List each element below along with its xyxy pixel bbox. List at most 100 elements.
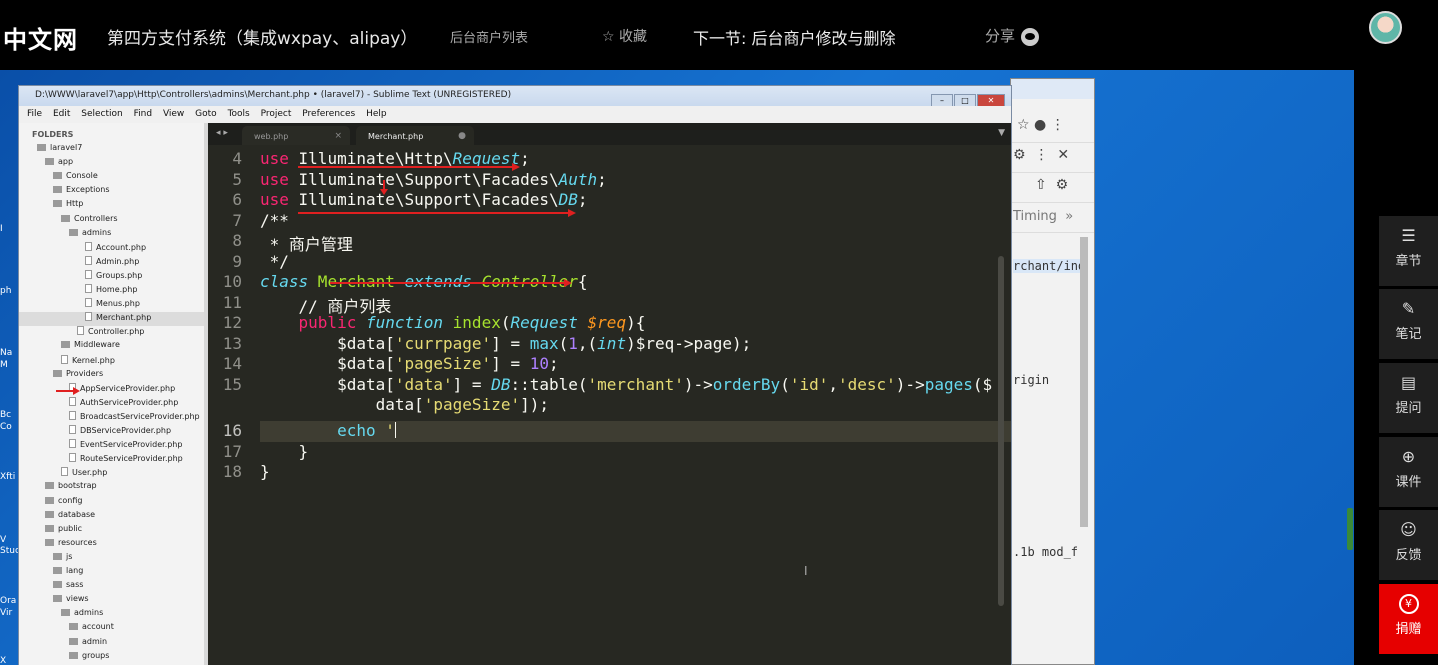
desktop-label: Bc [0, 410, 12, 420]
settings-icon[interactable]: ⚙ [1013, 147, 1026, 163]
mouse-cursor-icon: I [804, 564, 808, 578]
chapters-button[interactable]: ☰ 章节 [1379, 216, 1438, 286]
ask-question-button[interactable]: ▤ 提问 [1379, 363, 1438, 433]
close-icon[interactable]: × [334, 131, 342, 141]
sidebar-folder[interactable]: Http [19, 199, 204, 213]
sidebar-file[interactable]: Home.php [19, 284, 204, 298]
donate-button[interactable]: ¥ 捐赠 [1379, 584, 1438, 654]
menu-goto[interactable]: Goto [195, 109, 217, 119]
menu-preferences[interactable]: Preferences [302, 109, 355, 119]
code-editor[interactable]: use Illuminate\Http\Request; use Illumin… [260, 145, 1011, 665]
close-icon[interactable]: ✕ [1057, 147, 1069, 163]
sidebar-file[interactable]: Merchant.php [19, 312, 204, 327]
sidebar-item-label: account [82, 622, 114, 632]
sidebar-item-label: BroadcastServiceProvider.php [80, 411, 200, 421]
sidebar-file[interactable]: DBServiceProvider.php [19, 425, 204, 439]
sidebar-folder[interactable]: account [19, 622, 204, 636]
sidebar-file[interactable]: AppServiceProvider.php [19, 382, 204, 397]
timing-tab[interactable]: Timing [1013, 209, 1057, 224]
browser-scrollbar[interactable] [1080, 237, 1088, 527]
tab-merchant-php[interactable]: Merchant.php ● [356, 126, 474, 145]
sidebar-item-label: Controllers [74, 213, 118, 223]
menu-selection[interactable]: Selection [81, 109, 122, 119]
sidebar-file[interactable]: Admin.php [19, 255, 204, 270]
sidebar-folder[interactable]: resources [19, 538, 204, 552]
menu-find[interactable]: Find [134, 109, 152, 119]
sidebar-file[interactable]: AuthServiceProvider.php [19, 396, 204, 411]
avatar[interactable] [1369, 11, 1402, 44]
sidebar-file[interactable]: EventServiceProvider.php [19, 439, 204, 453]
sidebar-folder[interactable]: admin [19, 637, 204, 651]
more-icon[interactable]: ⋮ [1034, 147, 1048, 163]
devtools-toolbar: ⚙ ⋮ ✕ [1011, 143, 1094, 173]
sidebar-file[interactable]: Menus.php [19, 298, 204, 312]
gear-icon[interactable]: ⚙ [1056, 177, 1069, 193]
tab-dropdown-icon[interactable]: ▼ [998, 128, 1005, 138]
sublime-text-window[interactable]: D:\WWW\laravel7\app\Http\Controllers\adm… [18, 85, 1012, 665]
sidebar-folder[interactable]: views [19, 594, 204, 608]
courseware-button[interactable]: ⊕ 课件 [1379, 437, 1438, 507]
video-player[interactable]: I ph Na M Bc Co Xfti V Stuc Ora Vir X ☆ … [0, 70, 1354, 665]
favorite-button[interactable]: ☆ 收藏 [602, 26, 647, 46]
menu-help[interactable]: Help [366, 109, 387, 119]
modified-dot-icon[interactable]: ● [458, 131, 466, 141]
sidebar-folder[interactable]: lang [19, 566, 204, 580]
folder-icon [53, 595, 62, 603]
menu-view[interactable]: View [163, 109, 184, 119]
sidebar-file[interactable]: User.php [19, 467, 204, 481]
share-button[interactable]: 分享 [985, 25, 1040, 46]
sidebar-item-label: Groups.php [96, 270, 143, 280]
sidebar-item-label: laravel7 [50, 143, 83, 152]
editor-scrollbar[interactable] [998, 256, 1004, 606]
code-line-13: $data['currpage'] = max(1,(int)$req->pag… [260, 333, 752, 353]
sidebar-file[interactable]: Kernel.php [19, 354, 204, 369]
sidebar-folder[interactable]: config [19, 496, 204, 510]
menu-project[interactable]: Project [261, 109, 292, 119]
folder-icon [61, 609, 70, 617]
sidebar-item-label: Admin.php [96, 256, 140, 266]
tab-web-php[interactable]: web.php × [242, 126, 350, 145]
sidebar-folder[interactable]: sass [19, 580, 204, 594]
upload-icon[interactable]: ⇧ [1035, 177, 1047, 193]
sidebar-file[interactable]: BroadcastServiceProvider.php [19, 410, 204, 425]
sidebar-folder[interactable]: Console [19, 171, 204, 185]
sidebar-file[interactable]: RouteServiceProvider.php [19, 453, 204, 467]
menu-edit[interactable]: Edit [53, 109, 70, 119]
sidebar-folder[interactable]: laravel7 [19, 143, 204, 157]
sidebar-folder[interactable]: admins [19, 228, 204, 242]
sidebar-folder[interactable]: public [19, 524, 204, 538]
text-cursor [394, 422, 396, 438]
account-icon[interactable]: ● [1034, 117, 1046, 133]
menu-tools[interactable]: Tools [228, 109, 250, 119]
sidebar-folder[interactable]: database [19, 510, 204, 524]
next-lesson-link[interactable]: 下一节: 后台商户修改与删除 [693, 25, 895, 49]
star-icon[interactable]: ☆ [1017, 117, 1030, 133]
course-title[interactable]: 第四方支付系统（集成wxpay、alipay） [107, 24, 417, 49]
site-logo[interactable]: 中文网 [3, 20, 78, 55]
sidebar-file[interactable]: Groups.php [19, 269, 204, 284]
menu-file[interactable]: File [27, 109, 42, 119]
sidebar-folder[interactable]: Controllers [19, 214, 204, 228]
sidebar-folder[interactable]: bootstrap [19, 481, 204, 495]
sidebar-folder[interactable]: js [19, 552, 204, 566]
notes-button[interactable]: ✎ 笔记 [1379, 289, 1438, 359]
sidebar-folder[interactable]: app [19, 157, 204, 171]
sidebar-folder[interactable]: Middleware [19, 340, 204, 354]
sidebar-folder[interactable]: admins [19, 608, 204, 622]
sidebar-item-label: RouteServiceProvider.php [80, 454, 183, 464]
feedback-button[interactable]: ☺ 反馈 [1379, 510, 1438, 580]
progress-handle[interactable] [1347, 508, 1353, 550]
star-icon: ☆ [602, 29, 615, 45]
browser-window[interactable]: ☆ ● ⋮ ⚙ ⋮ ✕ ⇧ ⚙ Timing » rchant/ind rigi… [1010, 78, 1095, 665]
code-line-15-wrap: data['pageSize']); [260, 395, 549, 414]
menu-icon[interactable]: ⋮ [1051, 117, 1065, 133]
tab-nav-arrows[interactable]: ◂ ▸ [216, 128, 228, 138]
sidebar-file[interactable]: Controller.php [19, 326, 204, 340]
sidebar-file[interactable]: Account.php [19, 241, 204, 256]
sidebar-folder[interactable]: Exceptions [19, 185, 204, 199]
menu-bar: File Edit Selection Find View Goto Tools… [19, 106, 1011, 123]
sidebar-folder[interactable]: groups [19, 651, 204, 665]
sidebar-folder[interactable]: Providers [19, 369, 204, 383]
current-lesson-link[interactable]: 后台商户列表 [450, 27, 528, 46]
overflow-icon[interactable]: » [1065, 209, 1073, 224]
